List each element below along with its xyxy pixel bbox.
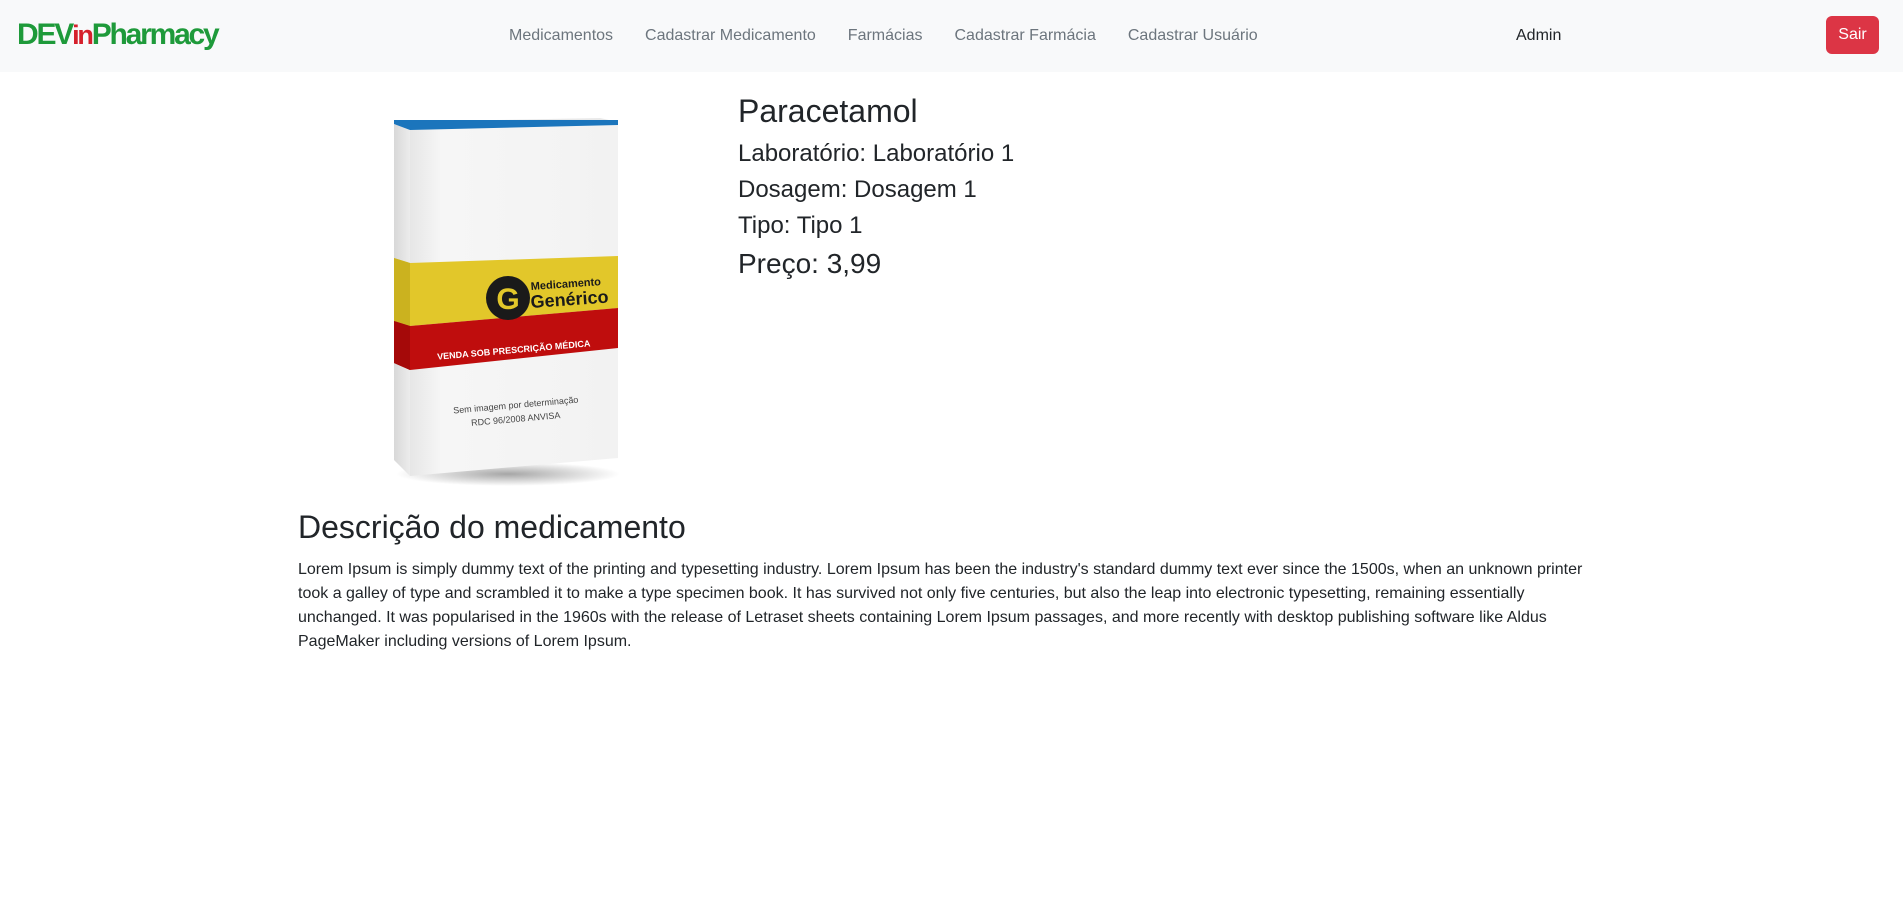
product-price: Preço: 3,99 xyxy=(738,248,882,279)
product-laboratory: Laboratório: Laboratório 1 xyxy=(738,140,1015,167)
description-text: Lorem Ipsum is simply dummy text of the … xyxy=(298,561,1583,650)
brand-part-dev: DEV xyxy=(17,18,74,51)
nav-link-cadastrar-farmacia[interactable]: Cadastrar Farmácia xyxy=(938,24,1111,48)
nav-link-cadastrar-usuario[interactable]: Cadastrar Usuário xyxy=(1112,24,1274,48)
brand-logo[interactable]: DEVinPharmacy xyxy=(17,17,220,53)
brand-part-in: in xyxy=(72,20,94,50)
product-description: Descrição do medicamento Lorem Ipsum is … xyxy=(298,508,1598,654)
logo-letter: G xyxy=(496,283,519,316)
nav-link-cadastrar-medicamento[interactable]: Cadastrar Medicamento xyxy=(629,24,832,48)
user-name: Admin xyxy=(1516,27,1562,44)
logout-button[interactable]: Sair xyxy=(1826,16,1879,54)
nav-link-medicamentos[interactable]: Medicamentos xyxy=(493,24,629,48)
product-image: G Medicamento Genérico VENDA SOB PRESCRI… xyxy=(388,108,628,492)
description-title: Descrição do medicamento xyxy=(298,509,686,545)
nav-links: Medicamentos Cadastrar Medicamento Farmá… xyxy=(493,24,1274,48)
medicine-box-illustration: G Medicamento Genérico VENDA SOB PRESCRI… xyxy=(394,118,620,486)
nav-link-farmacias[interactable]: Farmácias xyxy=(832,24,939,48)
product-type: Tipo: Tipo 1 xyxy=(738,212,863,239)
product-name: Paracetamol xyxy=(738,93,918,129)
product-dosage: Dosagem: Dosagem 1 xyxy=(738,176,977,203)
navbar: DEVinPharmacy Medicamentos Cadastrar Med… xyxy=(0,0,1903,72)
product-info: Paracetamol Laboratório: Laboratório 1 D… xyxy=(738,92,1014,280)
brand-part-pharmacy: Pharmacy xyxy=(91,18,220,51)
